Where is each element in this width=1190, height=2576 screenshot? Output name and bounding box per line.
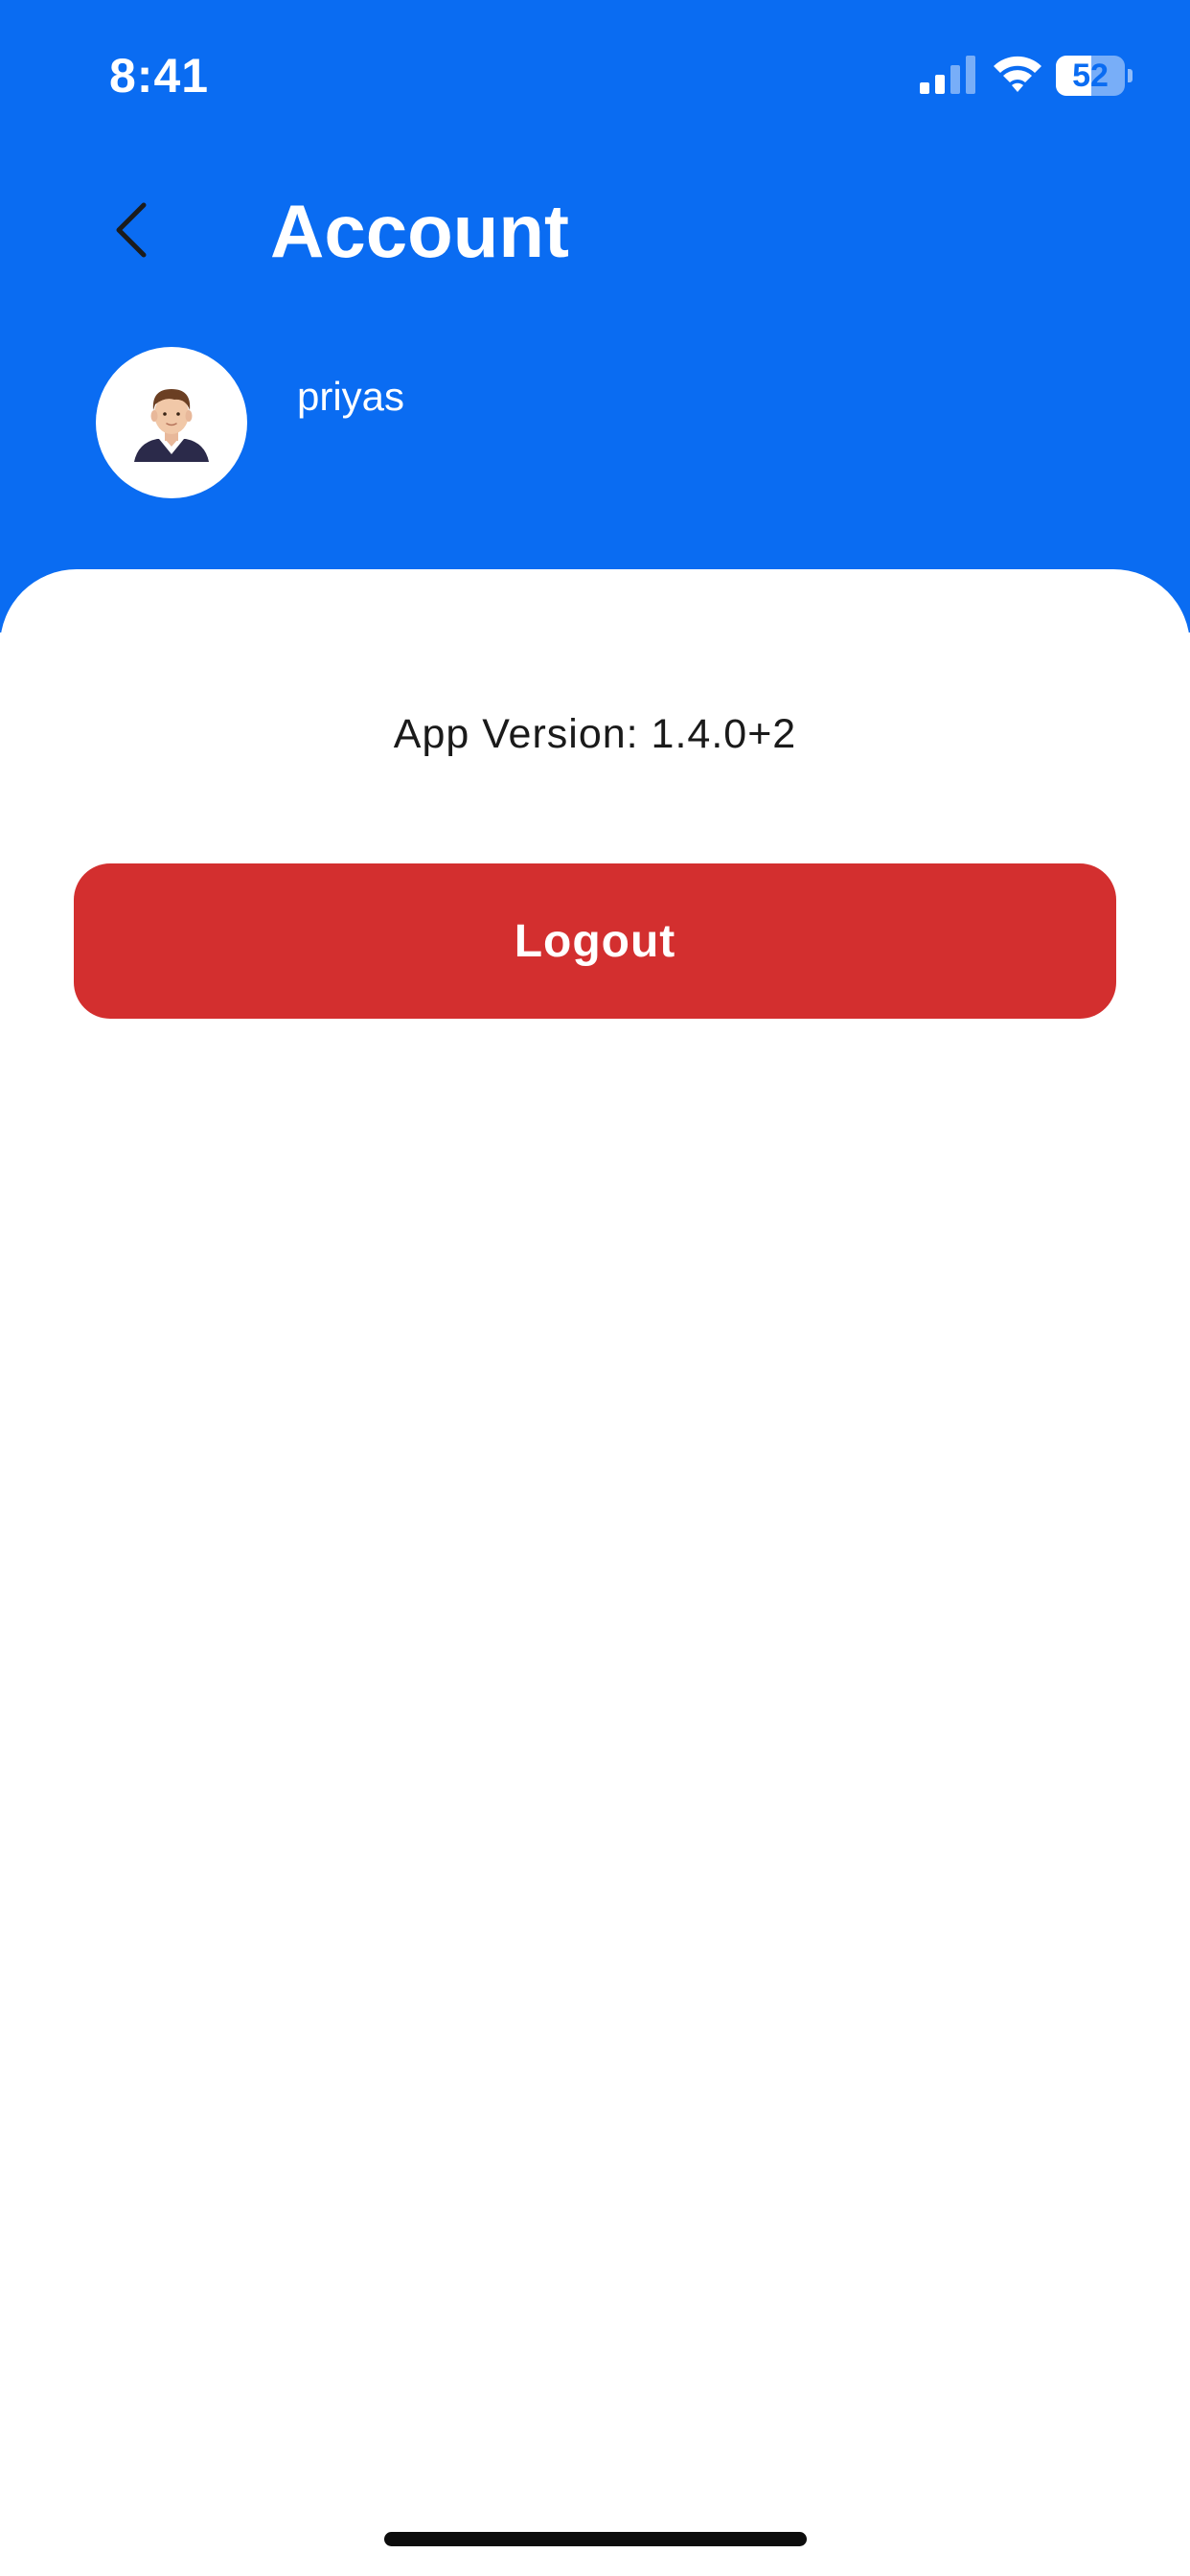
battery-icon: 52 xyxy=(1056,56,1133,96)
page-title: Account xyxy=(270,189,569,273)
chevron-left-icon xyxy=(116,202,147,258)
signal-bar-2 xyxy=(935,75,945,94)
status-time: 8:41 xyxy=(109,49,210,103)
wifi-icon xyxy=(994,56,1041,92)
user-avatar-icon xyxy=(134,389,209,462)
status-bar: 8:41 52 xyxy=(0,0,1190,144)
username: priyas xyxy=(297,374,405,419)
battery-level: 52 xyxy=(1072,58,1109,94)
account-screen: 8:41 52 Account priyas App Version: 1.4.… xyxy=(0,0,1190,2576)
signal-bar-1 xyxy=(920,82,929,94)
signal-bar-4 xyxy=(966,56,975,94)
account-header: 8:41 52 Account priyas xyxy=(0,0,1190,632)
app-version-text: App Version: 1.4.0+2 xyxy=(393,711,797,757)
battery-cap xyxy=(1128,69,1133,82)
avatar[interactable] xyxy=(96,347,247,498)
logout-button[interactable]: Logout xyxy=(74,863,1116,1019)
back-button[interactable] xyxy=(96,192,172,268)
signal-bar-3 xyxy=(950,65,960,94)
battery-body: 52 xyxy=(1056,56,1125,96)
cellular-signal-icon xyxy=(920,56,975,94)
home-indicator[interactable] xyxy=(384,2532,807,2546)
